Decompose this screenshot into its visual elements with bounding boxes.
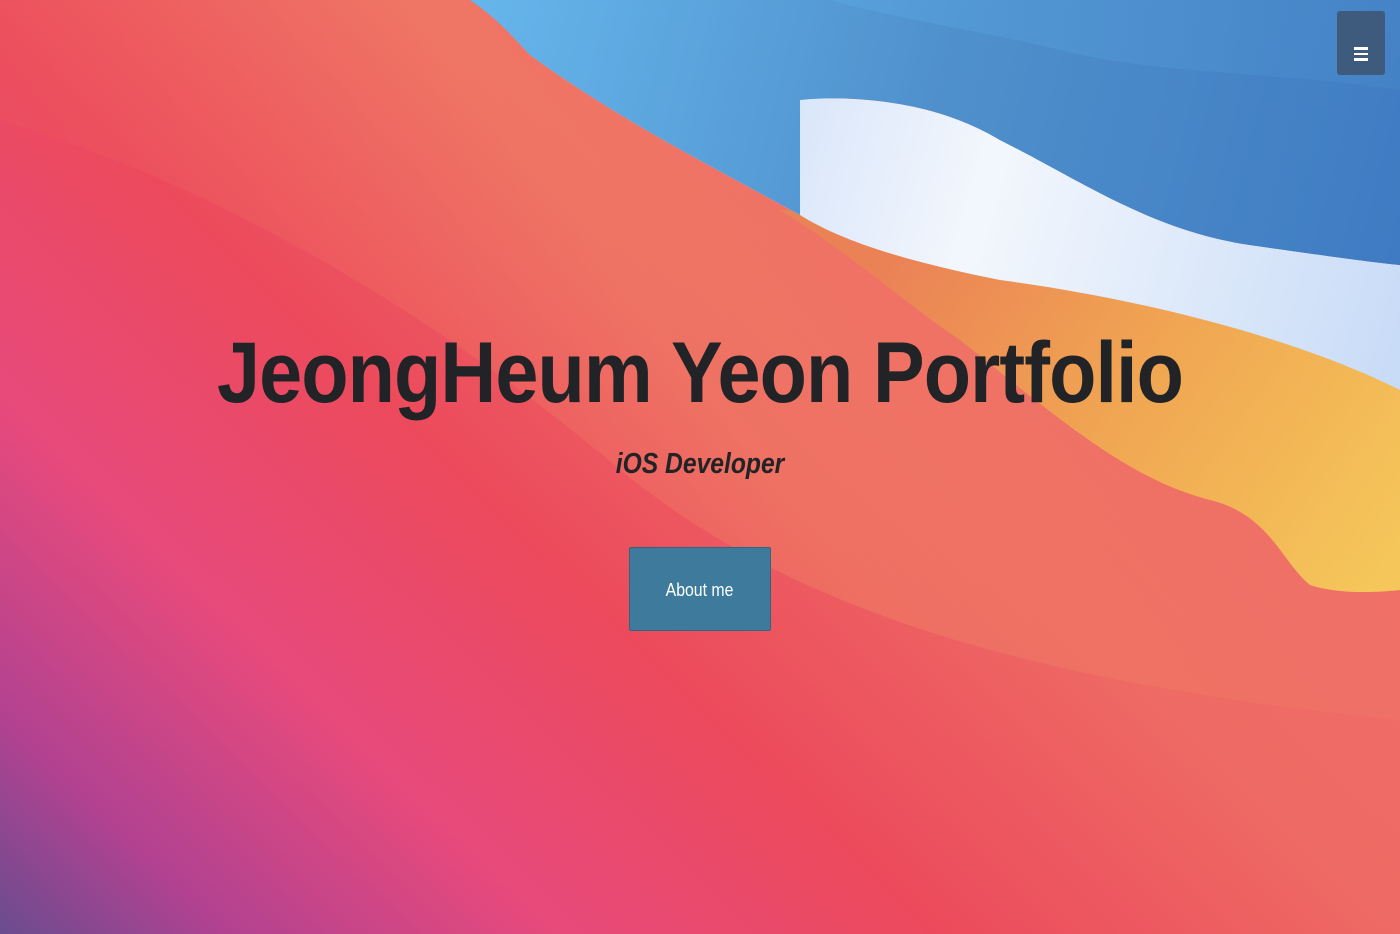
hero-content: JeongHeum Yeon Portfolio iOS Developer A…	[0, 0, 1400, 934]
hero-section: JeongHeum Yeon Portfolio iOS Developer A…	[0, 0, 1400, 934]
about-me-button-label: About me	[666, 580, 734, 600]
menu-toggle-button[interactable]	[1337, 11, 1385, 75]
page-subtitle: iOS Developer	[615, 448, 785, 480]
hamburger-menu-icon	[1354, 47, 1368, 61]
page-title: JeongHeum Yeon Portfolio	[216, 325, 1184, 421]
about-me-button[interactable]: About me	[629, 547, 771, 631]
